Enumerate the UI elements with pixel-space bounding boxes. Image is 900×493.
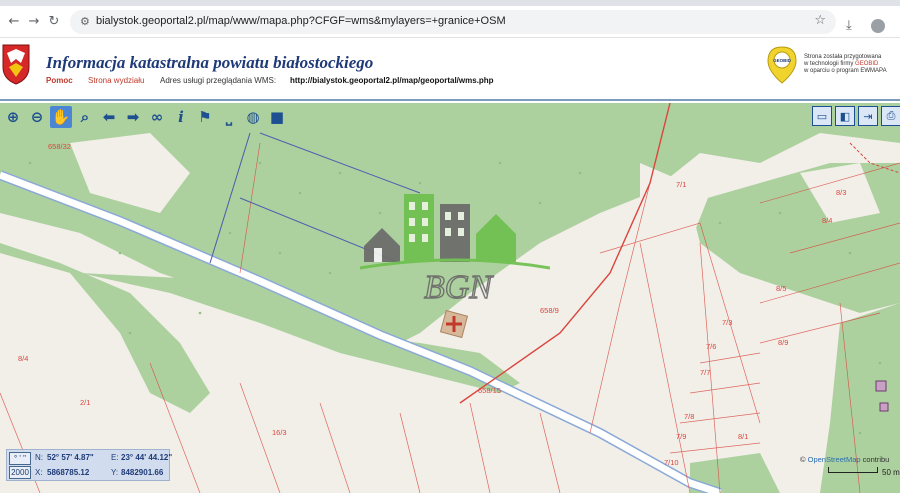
link-icon[interactable]: ∞ [146, 106, 168, 128]
osm-link[interactable]: OpenStreetMap [808, 455, 861, 464]
panel-toolbar: ▭ ◧ ⇥ ⎙ [812, 106, 900, 126]
osm-attribution: © OpenStreetMap contribu [800, 455, 889, 464]
parcel-label: 8/3 [836, 188, 846, 197]
geobid-credit: Strona została przygotowana w technologi… [804, 54, 899, 75]
scale-label: 50 m [882, 468, 900, 477]
parcel-label: 658/9 [540, 306, 559, 315]
parcel-label: 7/10 [664, 458, 679, 467]
geobid-logo[interactable]: GEOBID [766, 45, 798, 85]
next-view-icon[interactable]: ➡ [122, 106, 144, 128]
parcel-label: 7/6 [706, 342, 716, 351]
query-icon[interactable]: ⚑ [194, 106, 216, 128]
coordinate-panel: ° ' " 2000 N: 52° 57' 4.87" E: 23° 44' 4… [6, 449, 173, 481]
e-value: 23° 44' 44.12" [121, 453, 173, 462]
y-label: Y: [111, 468, 119, 477]
n-label: N: [35, 453, 43, 462]
bookmark-star-icon[interactable]: ☆ [814, 13, 826, 28]
parcel-label: 7/7 [700, 368, 710, 377]
globe-icon[interactable]: ◍ [242, 106, 264, 128]
parcel-label: 8/1 [738, 432, 748, 441]
layout-full-icon[interactable]: ▭ [812, 106, 832, 126]
y-value: 8482901.66 [121, 468, 164, 477]
dms-format-button[interactable]: ° ' " [9, 452, 31, 465]
layout-split-icon[interactable]: ◧ [835, 106, 855, 126]
geobid-logo-text: GEOBID [773, 58, 792, 63]
wms-label: Adres usługi przeglądania WMS: [160, 76, 277, 85]
app-header: Informacja katastralna powiatu białostoc… [0, 39, 900, 101]
parcel-label: 16/3 [272, 428, 287, 437]
clearing-area [0, 293, 110, 433]
x-label: X: [35, 468, 43, 477]
print-icon[interactable]: ⎙ [881, 106, 900, 126]
parcel-label: 8/4 [18, 354, 28, 363]
info-icon[interactable]: i [170, 106, 192, 128]
forward-icon[interactable]: → [26, 14, 42, 30]
parcel-label: 2/1 [80, 398, 90, 407]
geobid-line-2-text: w technologii firmy [804, 61, 856, 67]
page-title: Informacja katastralna powiatu białostoc… [46, 53, 374, 72]
back-icon[interactable]: ← [6, 14, 22, 30]
parcel-label: 7/1 [676, 180, 686, 189]
geobid-line-1: Strona została przygotowana [804, 54, 882, 60]
parcel-label: 658/15 [478, 386, 501, 395]
wms-url: http://bialystok.geoportal2.pl/map/geopo… [290, 76, 494, 85]
pan-hand-icon[interactable]: ✋ [50, 106, 72, 128]
parcel-label: 8/5 [776, 284, 786, 293]
parcel-label: 8/9 [778, 338, 788, 347]
zoom-window-icon[interactable]: ⌕ [74, 106, 96, 128]
parcel-label: 7/3 [722, 318, 732, 327]
measure-icon[interactable]: ⎵ [218, 106, 240, 128]
site-settings-icon[interactable]: ⚙ [80, 14, 96, 30]
e-label: E: [111, 453, 119, 462]
geobid-line-2: w technologii firmy GEOBID [804, 61, 899, 68]
x-value: 5868785.12 [47, 468, 90, 477]
bgn-watermark: BGN [360, 194, 550, 304]
parcel-label: 7/9 [676, 432, 686, 441]
zoom-out-icon[interactable]: ⊖ [26, 106, 48, 128]
osm-attribution-prefix: © [800, 455, 808, 464]
browser-toolbar: ← → ↻ ⚙ bialystok.geoportal2.pl/map/www/… [0, 6, 900, 38]
scale-bar [828, 467, 878, 473]
geobid-line-3: w oparciu o program EWMAPA [804, 68, 887, 74]
parcel-label: 658/32 [48, 142, 71, 151]
previous-view-icon[interactable]: ⬅ [98, 106, 120, 128]
reload-icon[interactable]: ↻ [46, 14, 62, 30]
zoom-in-icon[interactable]: ⊕ [2, 106, 24, 128]
parcel-label: 8/4 [822, 216, 832, 225]
download-icon[interactable]: ⤓ [846, 18, 852, 33]
profile-avatar[interactable] [871, 19, 885, 33]
office-link[interactable]: Strona wydziału [88, 76, 144, 85]
osm-attribution-suffix: contribu [860, 455, 890, 464]
forest-area [820, 303, 900, 493]
help-link[interactable]: Pomoc [46, 76, 73, 85]
parcel-label: 7/8 [684, 412, 694, 421]
geobid-brand[interactable]: GEOBID [855, 61, 878, 67]
panel-toggle-icon[interactable]: ⇥ [858, 106, 878, 126]
streetview-camera-icon[interactable]: ■ [266, 106, 288, 128]
crs-2000-button[interactable]: 2000 [9, 466, 31, 479]
county-crest-icon [2, 44, 30, 85]
url-text[interactable]: bialystok.geoportal2.pl/map/www/mapa.php… [96, 15, 506, 27]
n-value: 52° 57' 4.87" [47, 453, 94, 462]
watermark-text: BGN [424, 269, 494, 304]
map-toolbar: ⊕ ⊖ ✋ ⌕ ⬅ ➡ ∞ i ⚑ ⎵ ◍ ■ [0, 104, 300, 130]
address-bar[interactable]: ⚙ bialystok.geoportal2.pl/map/www/mapa.p… [70, 10, 836, 34]
